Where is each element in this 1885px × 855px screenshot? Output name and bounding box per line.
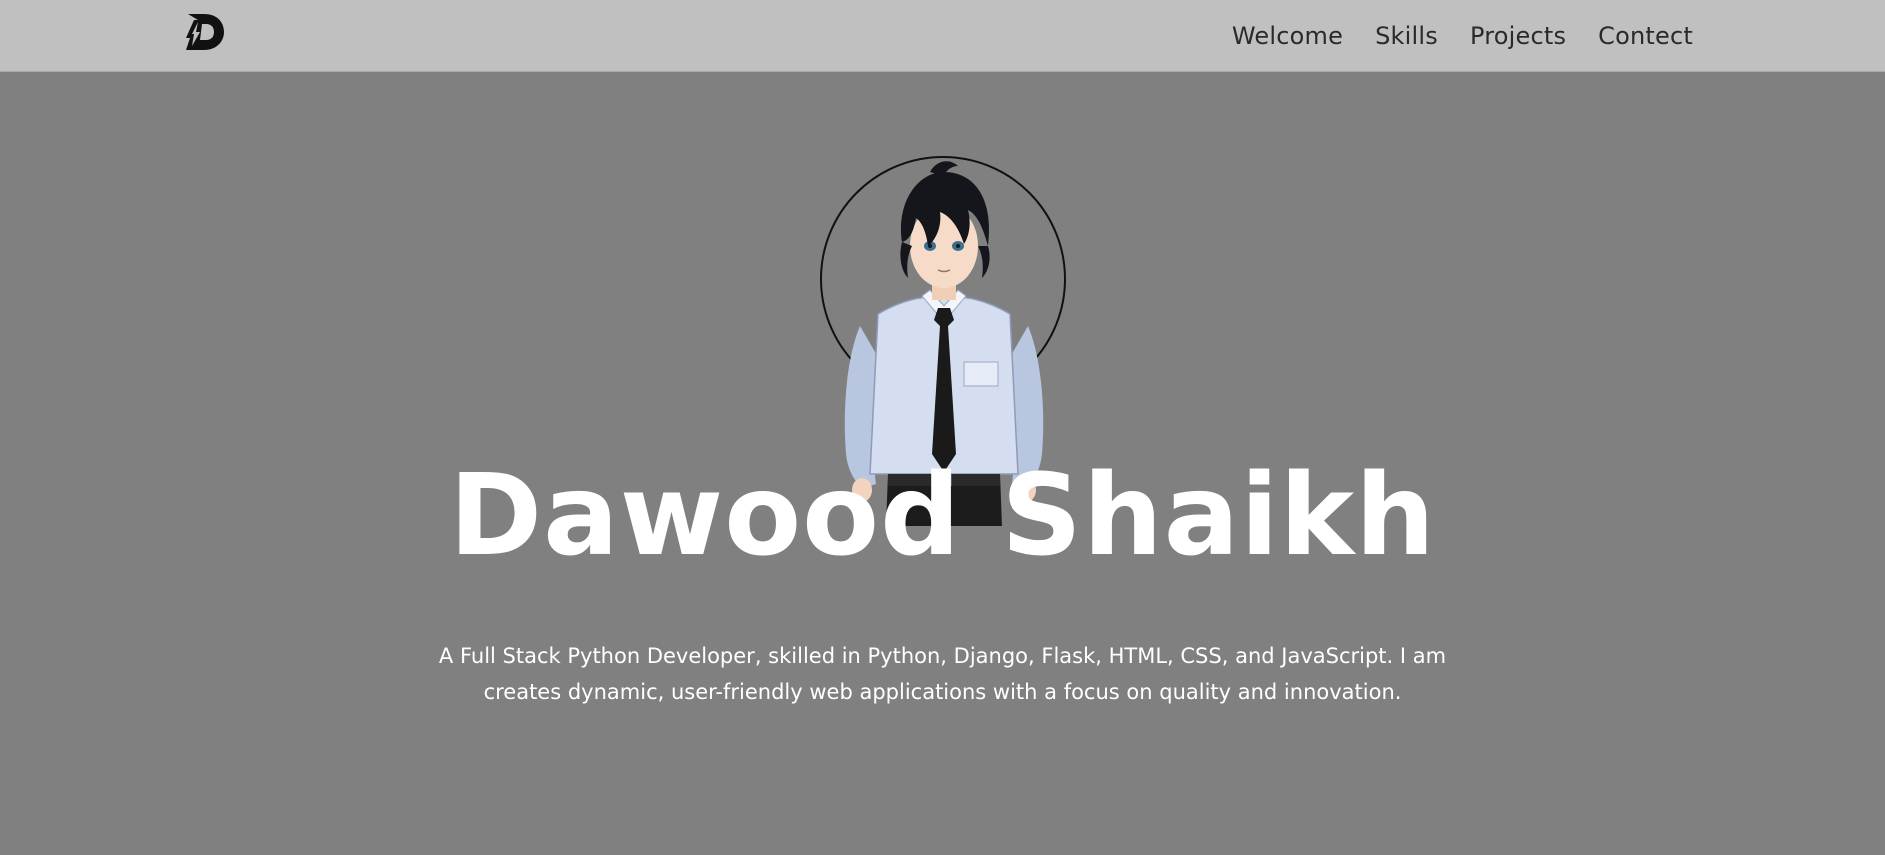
nav-link-contact[interactable]: Contect bbox=[1598, 22, 1693, 50]
nav-link-projects[interactable]: Projects bbox=[1470, 22, 1566, 50]
hero-description: A Full Stack Python Developer, skilled i… bbox=[438, 644, 1447, 704]
hero-section: Dawood Shaikh A Full Stack Python Develo… bbox=[0, 72, 1885, 855]
nav-link-welcome[interactable]: Welcome bbox=[1232, 22, 1343, 50]
logo-icon[interactable] bbox=[178, 8, 226, 54]
nav-links: Welcome Skills Projects Contect bbox=[1232, 0, 1693, 71]
navbar: Welcome Skills Projects Contect bbox=[0, 0, 1885, 72]
nav-link-skills[interactable]: Skills bbox=[1375, 22, 1438, 50]
hero-name: Dawood Shaikh bbox=[449, 451, 1436, 581]
